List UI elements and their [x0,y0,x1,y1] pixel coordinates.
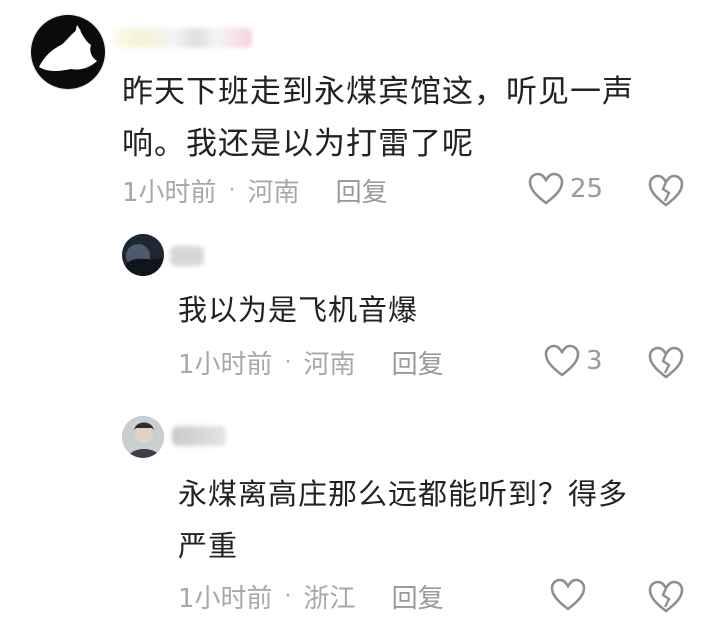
like-button[interactable]: 25 [528,172,603,206]
comment-meta: 1小时前 · 河南 回复 [122,172,388,209]
avatar[interactable] [30,14,106,90]
comment-line: 我以为是飞机音爆 [178,293,419,327]
username-redacted[interactable] [112,28,252,48]
separator: · [284,350,292,375]
like-button[interactable] [550,578,592,612]
reply-button[interactable]: 回复 [392,344,444,381]
comment-line: 昨天下班走到永煤宾馆这，听见一声 [122,74,634,110]
location: 浙江 [303,584,356,614]
heart-icon [550,578,586,612]
comment-text: 昨天下班走到永煤宾馆这，听见一声 响。我还是以为打雷了呢 [122,66,702,170]
avatar[interactable] [122,234,164,276]
comment-line: 严重 [178,529,239,563]
avatar[interactable] [122,416,164,458]
like-count: 25 [570,174,604,204]
comment-meta: 1小时前 · 浙江 回复 [178,578,444,615]
comment-line: 永煤离高庄那么远都能听到？得多 [178,477,629,511]
dislike-heart-icon[interactable] [648,580,684,614]
like-count: 3 [586,346,603,376]
dislike-heart-icon[interactable] [648,174,684,208]
comment-meta: 1小时前 · 河南 回复 [178,344,444,381]
separator: · [284,584,292,609]
reply-button[interactable]: 回复 [392,578,444,615]
location: 河南 [303,350,356,380]
timestamp: 1小时前 [178,584,273,614]
avatar-image [122,234,164,276]
comment-text: 我以为是飞机音爆 [178,284,418,336]
avatar-image [31,15,105,89]
comment-text: 永煤离高庄那么远都能听到？得多 严重 [178,468,708,572]
reply-button[interactable]: 回复 [336,172,388,209]
comment-line: 响。我还是以为打雷了呢 [122,126,474,162]
username-redacted[interactable] [170,246,204,266]
avatar-image [122,416,164,458]
separator: · [228,178,236,203]
timestamp: 1小时前 [122,178,217,208]
dislike-heart-icon[interactable] [648,346,684,380]
like-button[interactable]: 3 [544,344,603,378]
location: 河南 [247,178,300,208]
username-redacted[interactable] [172,426,226,446]
heart-icon [544,344,580,378]
timestamp: 1小时前 [178,350,273,380]
heart-icon [528,172,564,206]
